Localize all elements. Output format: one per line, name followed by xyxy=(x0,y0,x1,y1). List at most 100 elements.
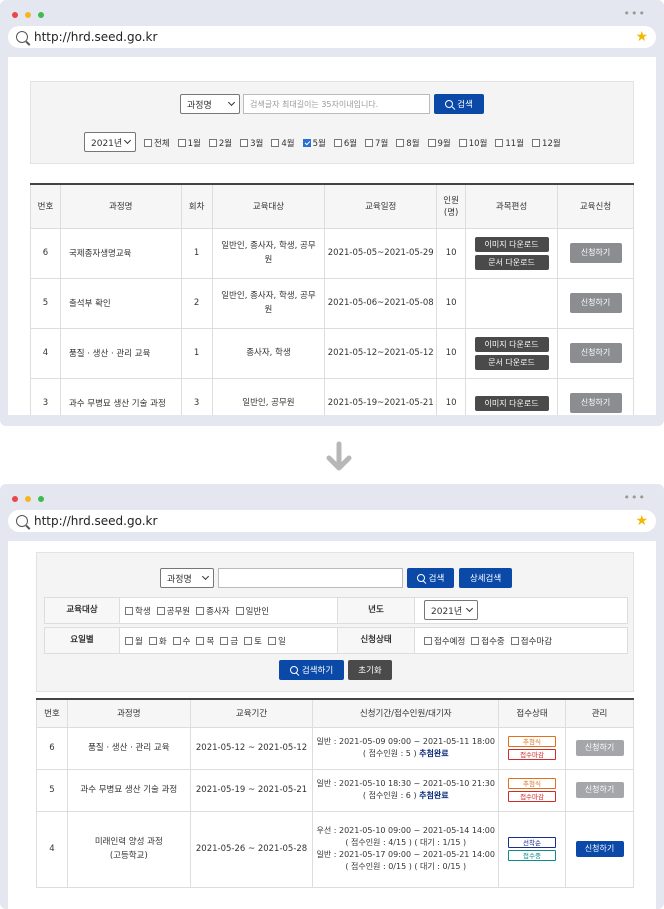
month-checkbox-2[interactable]: 2월 xyxy=(208,137,232,149)
checkbox[interactable] xyxy=(267,636,276,645)
search-input[interactable] xyxy=(218,568,403,588)
year-select[interactable]: 2021년 xyxy=(84,132,136,152)
search-input[interactable]: 검색글자 최대길이는 35자이내입니다. xyxy=(243,94,430,114)
checkbox[interactable] xyxy=(424,636,432,645)
month-checkbox-5[interactable]: 5월 xyxy=(302,137,326,149)
weekday-checkbox-0[interactable]: 월 xyxy=(125,635,143,647)
download-button[interactable]: 이미지 다운로드 xyxy=(474,336,549,352)
month-checkbox-9[interactable]: 9월 xyxy=(427,137,451,149)
apply-button[interactable]: 신청하기 xyxy=(575,782,624,798)
download-button[interactable]: 이미지 다운로드 xyxy=(474,236,549,252)
apply-button[interactable]: 신청하기 xyxy=(569,393,622,413)
maximize-dot[interactable] xyxy=(38,12,44,18)
target-checkbox-1-label: 공무원 xyxy=(166,606,191,617)
search-button[interactable]: 검색 xyxy=(407,568,454,588)
close-dot[interactable] xyxy=(12,12,18,18)
row-number: 4 xyxy=(30,327,61,379)
checkbox[interactable] xyxy=(148,636,157,645)
more-icon[interactable]: ••• xyxy=(624,8,646,19)
status-checkbox-2[interactable]: 접수마감 xyxy=(510,635,552,647)
checkbox[interactable] xyxy=(271,139,280,147)
checkbox[interactable] xyxy=(365,139,374,147)
search-button[interactable]: 검색 xyxy=(434,94,484,114)
month-checkbox-0[interactable]: 전체 xyxy=(144,137,170,149)
close-dot[interactable] xyxy=(12,496,18,502)
address-bar[interactable]: http://hrd.seed.go.kr ★ xyxy=(8,26,656,48)
status-checkbox-0[interactable]: 접수예정 xyxy=(424,635,465,647)
checkbox[interactable] xyxy=(458,139,467,147)
search-submit-button[interactable]: 검색하기 xyxy=(279,660,344,680)
weekday-checkbox-2[interactable]: 수 xyxy=(172,635,190,647)
address-bar[interactable]: http://hrd.seed.go.kr ★ xyxy=(8,510,656,532)
checkbox[interactable] xyxy=(427,139,436,147)
checkbox[interactable] xyxy=(396,139,405,147)
detail-search-button[interactable]: 상세검색 xyxy=(459,568,512,588)
checkbox[interactable] xyxy=(220,636,229,645)
reset-button[interactable]: 초기화 xyxy=(348,660,392,680)
checkbox[interactable] xyxy=(125,606,133,615)
category-select[interactable]: 과정명 xyxy=(160,568,214,588)
month-checkbox-4[interactable]: 4월 xyxy=(271,137,295,149)
status-checkbox-1[interactable]: 접수중 xyxy=(471,635,505,647)
apply-button[interactable]: 신청하기 xyxy=(569,343,622,363)
weekday-checkbox-3[interactable]: 목 xyxy=(196,635,214,647)
target-checkbox-2[interactable]: 종사자 xyxy=(196,605,230,617)
download-button[interactable]: 이미지 다운로드 xyxy=(474,395,549,411)
checkbox[interactable] xyxy=(333,139,342,147)
month-checkbox-3[interactable]: 3월 xyxy=(240,137,263,149)
checkbox[interactable] xyxy=(144,139,152,147)
table-row: 4 미래인력 양성 과정 (고등학교) 2021-05-26 ~ 2021-05-2… xyxy=(36,810,634,888)
period-line: ( 접수인원 : 6 ) 추첨완료 xyxy=(315,790,496,802)
target-checkbox-1[interactable]: 공무원 xyxy=(156,605,191,617)
weekday-checkbox-4-label: 금 xyxy=(230,636,239,647)
minimize-dot[interactable] xyxy=(25,12,31,18)
download-button[interactable]: 문서 다운로드 xyxy=(474,354,549,370)
month-checkbox-11[interactable]: 11월 xyxy=(495,137,524,149)
checkbox[interactable] xyxy=(302,139,311,147)
category-select[interactable]: 과정명 xyxy=(180,94,240,114)
star-icon[interactable]: ★ xyxy=(635,29,648,45)
checkbox[interactable] xyxy=(532,139,541,147)
column-header: 과정명 xyxy=(59,183,182,229)
weekday-checkbox-6[interactable]: 일 xyxy=(267,635,286,647)
more-icon[interactable]: ••• xyxy=(624,492,646,503)
apply-button[interactable]: 신청하기 xyxy=(575,740,624,756)
checkbox[interactable] xyxy=(244,636,253,645)
month-checkbox-8[interactable]: 8월 xyxy=(396,137,420,149)
month-checkbox-3-label: 3월 xyxy=(250,139,264,149)
month-filter: 전체 1월 2월 3월 4월 5월 6월 7월 8월 9월 10월 11월 12월 xyxy=(144,137,569,149)
month-checkbox-6[interactable]: 6월 xyxy=(333,137,357,149)
apply-button[interactable]: 신청하기 xyxy=(575,841,624,857)
weekday-checkbox-4[interactable]: 금 xyxy=(220,635,238,647)
year-select[interactable]: 2021년 xyxy=(424,600,478,620)
download-button[interactable]: 문서 다운로드 xyxy=(474,254,549,270)
minimize-dot[interactable] xyxy=(25,496,31,502)
checkbox[interactable] xyxy=(471,636,480,645)
filter-row-weekday-status: 요일별 월 화 수 목 금 토 일 신청상태 접수예정 접수중 접수마감 xyxy=(44,627,628,654)
apply-button[interactable]: 신청하기 xyxy=(569,293,622,313)
month-checkbox-12[interactable]: 12월 xyxy=(532,137,561,149)
weekday-checkbox-1[interactable]: 화 xyxy=(148,635,167,647)
checkbox[interactable] xyxy=(495,139,504,147)
month-checkbox-7[interactable]: 7월 xyxy=(365,137,388,149)
checkbox[interactable] xyxy=(510,636,519,645)
checkbox[interactable] xyxy=(177,139,186,147)
checkbox[interactable] xyxy=(235,606,244,615)
checkbox[interactable] xyxy=(196,606,205,615)
target-checkbox-3[interactable]: 일반인 xyxy=(235,605,269,617)
apply-button[interactable]: 신청하기 xyxy=(569,243,622,263)
checkbox[interactable] xyxy=(196,636,205,645)
month-checkbox-10[interactable]: 10월 xyxy=(458,137,487,149)
maximize-dot[interactable] xyxy=(38,496,44,502)
checkbox[interactable] xyxy=(240,139,249,147)
checkbox[interactable] xyxy=(156,606,165,615)
checkbox[interactable] xyxy=(208,139,217,147)
weekday-checkbox-5[interactable]: 토 xyxy=(244,635,262,647)
checkbox[interactable] xyxy=(125,636,133,645)
month-checkbox-1[interactable]: 1월 xyxy=(177,137,201,149)
checkbox[interactable] xyxy=(172,636,181,645)
target-checkbox-0[interactable]: 학생 xyxy=(125,605,151,617)
headcount: 10 xyxy=(436,227,467,279)
month-checkbox-1-label: 1월 xyxy=(187,139,201,149)
star-icon[interactable]: ★ xyxy=(635,513,648,529)
